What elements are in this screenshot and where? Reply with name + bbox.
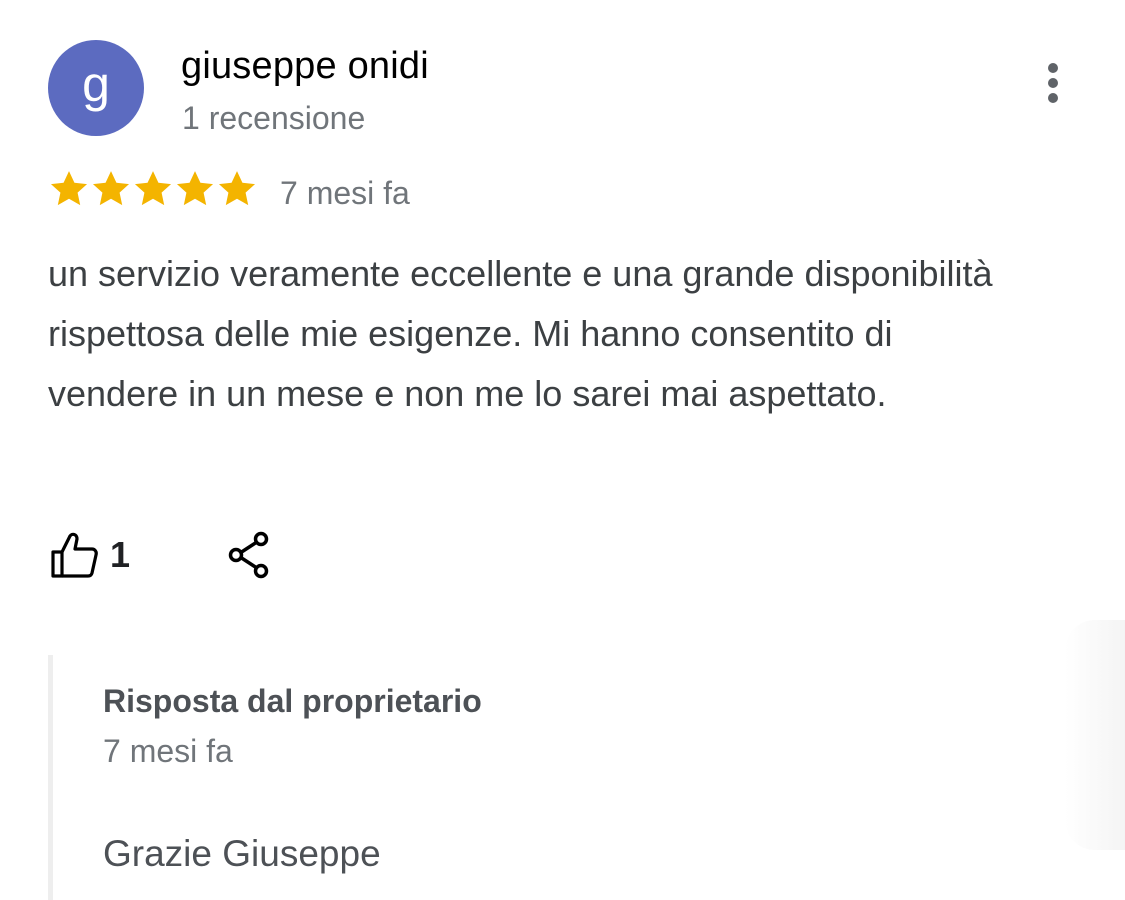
author-review-count: 1 recensione <box>182 100 366 136</box>
owner-reply-title: Risposta dal proprietario <box>103 683 482 719</box>
star-icon <box>134 171 172 206</box>
like-button[interactable]: 1 <box>48 530 130 580</box>
star-icon <box>176 171 214 206</box>
more-options-button[interactable] <box>1030 60 1076 106</box>
owner-reply-text: Grazie Giuseppe <box>103 833 381 874</box>
more-vert-icon <box>1048 63 1058 103</box>
edge-shadow <box>1065 620 1125 850</box>
author-avatar[interactable]: g <box>48 40 144 136</box>
review-text: un servizio veramente eccellente e una g… <box>48 253 993 414</box>
avatar-initial: g <box>82 56 110 112</box>
star-icon <box>218 171 256 206</box>
star-icon <box>92 171 130 206</box>
review-date: 7 mesi fa <box>280 175 410 211</box>
owner-reply-date: 7 mesi fa <box>103 733 233 769</box>
share-button[interactable] <box>224 530 274 580</box>
thumbs-up-icon <box>51 532 98 578</box>
star-rating <box>48 168 258 210</box>
star-icon <box>50 171 88 206</box>
owner-reply: Risposta dal proprietario 7 mesi fa Graz… <box>48 655 953 900</box>
author-name[interactable]: giuseppe onidi <box>181 45 429 88</box>
like-count: 1 <box>110 534 131 575</box>
share-icon <box>228 531 269 579</box>
